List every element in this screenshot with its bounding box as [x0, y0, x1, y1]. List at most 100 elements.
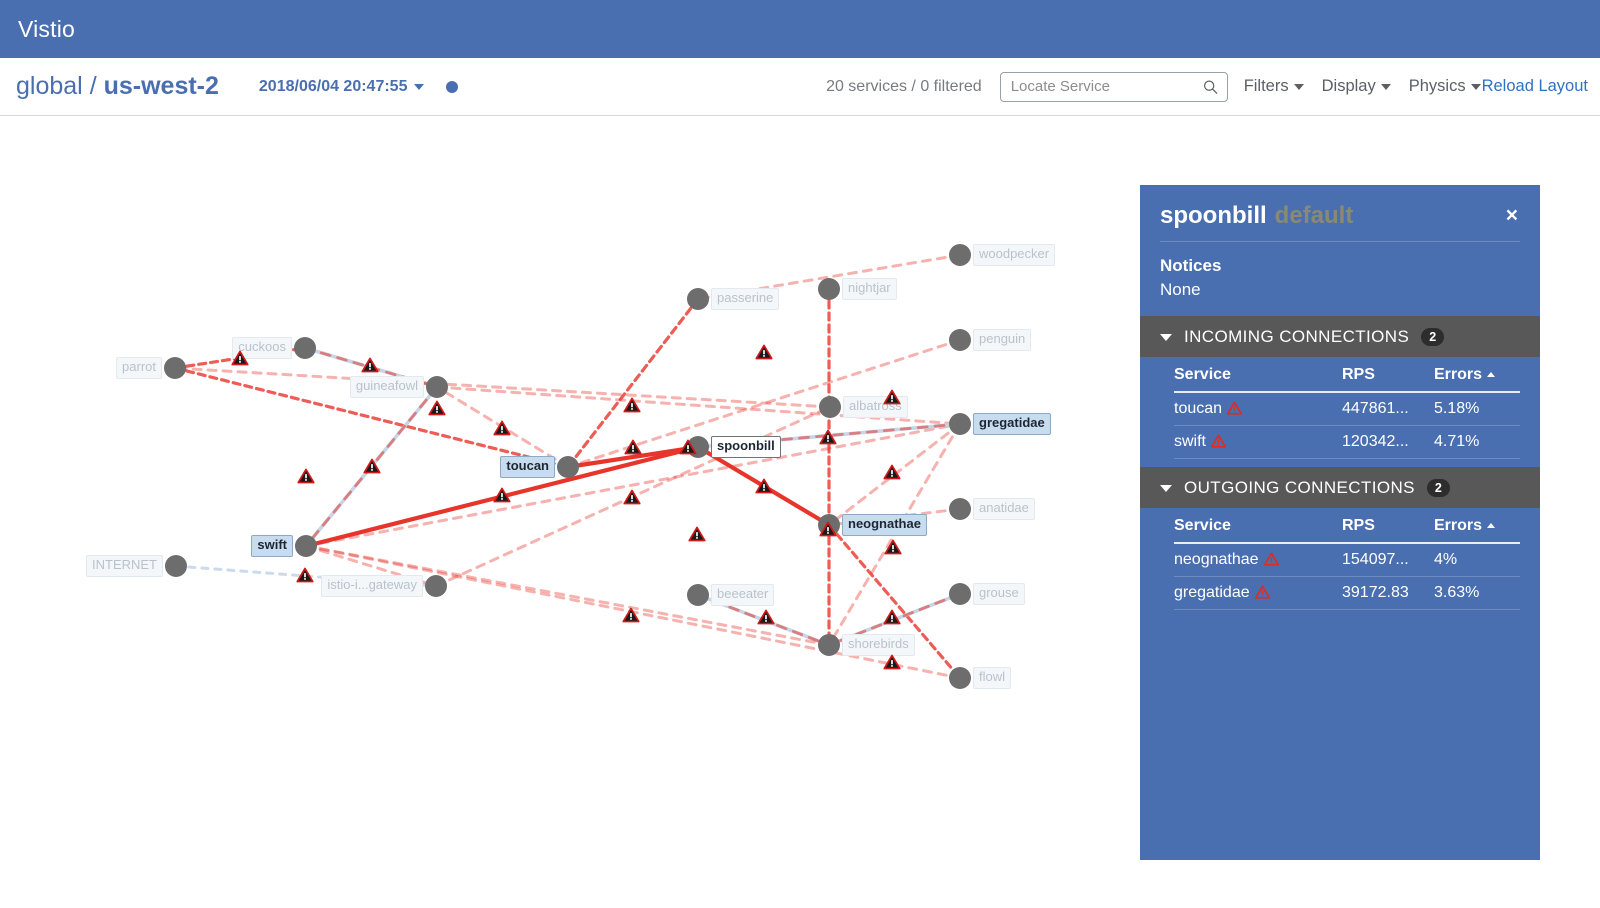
breadcrumb[interactable]: global / us-west-2	[16, 72, 219, 101]
graph-node-label-parrot[interactable]: parrot	[116, 357, 162, 379]
notices-block: Notices None	[1140, 242, 1540, 316]
graph-node-nightjar[interactable]	[818, 278, 840, 300]
graph-node-label-woodpecker[interactable]: woodpecker	[973, 244, 1056, 266]
graph-node-label-flowl[interactable]: flowl	[973, 667, 1012, 689]
breadcrumb-current[interactable]: us-west-2	[104, 72, 219, 100]
graph-node-label-guineafowl[interactable]: guineafowl	[349, 376, 424, 398]
graph-node-toucan[interactable]	[557, 456, 579, 478]
warning-triangle-icon	[819, 521, 837, 537]
column-header-errors[interactable]: Errors	[1434, 357, 1520, 394]
graph-node-label-anatidae[interactable]: anatidae	[973, 498, 1035, 520]
warning-triangle-icon	[1227, 401, 1243, 416]
warning-triangle-icon	[231, 350, 249, 366]
graph-node-label-penguin[interactable]: penguin	[973, 329, 1032, 351]
search-box[interactable]	[999, 71, 1228, 102]
section-table-wrap-outgoing: Service RPS Errors neognathae 154097... 4% gre…	[1140, 508, 1540, 618]
notices-label: Notices	[1160, 256, 1222, 276]
column-header-errors[interactable]: Errors	[1434, 508, 1520, 545]
warning-triangle-icon	[493, 487, 511, 503]
graph-node-label-neognathae[interactable]: neognathae	[842, 514, 927, 536]
graph-node-internet[interactable]	[165, 555, 187, 577]
table-row[interactable]: swift 120342... 4.71%	[1174, 425, 1520, 460]
cell-service[interactable]: toucan	[1174, 392, 1342, 427]
graph-node-grouse[interactable]	[949, 583, 971, 605]
column-header-service[interactable]: Service	[1174, 357, 1342, 394]
table-row[interactable]: gregatidae 39172.83 3.63%	[1174, 576, 1520, 611]
table-row[interactable]: toucan 447861... 5.18%	[1174, 392, 1520, 427]
menu-display[interactable]: Display	[1322, 77, 1391, 96]
column-header-rps[interactable]: RPS	[1342, 357, 1434, 394]
graph-node-guineafowl[interactable]	[426, 376, 448, 398]
graph-node-penguin[interactable]	[949, 329, 971, 351]
warning-triangle-icon	[679, 439, 697, 455]
warning-triangle-icon	[493, 420, 511, 436]
timestamp-value: 2018/06/04 20:47:55	[258, 77, 408, 95]
warning-triangle-icon	[296, 567, 314, 583]
section-header-outgoing[interactable]: OUTGOING CONNECTIONS 2	[1140, 467, 1540, 509]
graph-node-beeeater[interactable]	[687, 584, 709, 606]
graph-node-albatross[interactable]	[819, 396, 841, 418]
graph-node-label-swift[interactable]: swift	[251, 535, 293, 557]
graph-node-swift[interactable]	[295, 535, 317, 557]
graph-node-shorebirds[interactable]	[818, 634, 840, 656]
close-icon[interactable]: ×	[1504, 203, 1520, 228]
section-count-outgoing: 2	[1426, 478, 1450, 497]
graph-node-label-internet[interactable]: INTERNET	[86, 555, 163, 577]
graph-node-anatidae[interactable]	[949, 498, 971, 520]
warning-triangle-icon	[755, 478, 773, 494]
cell-service[interactable]: gregatidae	[1174, 576, 1342, 611]
graph-node-label-toucan[interactable]: toucan	[500, 456, 555, 478]
title-bar: Vistio	[0, 0, 1600, 58]
cell-rps: 154097...	[1342, 543, 1434, 578]
chevron-down-icon	[1470, 83, 1481, 90]
service-detail-panel: spoonbill default × Notices None INCOMING…	[1140, 185, 1540, 860]
graph-node-gregatidae[interactable]	[949, 413, 971, 435]
graph-node-istio-gateway[interactable]	[425, 575, 447, 597]
warning-triangle-icon	[755, 344, 773, 360]
graph-node-label-shorebirds[interactable]: shorebirds	[842, 634, 915, 656]
section-table-wrap-incoming: Service RPS Errors toucan 447861... 5.18% swif…	[1140, 357, 1540, 467]
graph-node-label-spoonbill[interactable]: spoonbill	[711, 436, 781, 458]
cell-service[interactable]: swift	[1174, 425, 1342, 460]
section-header-incoming[interactable]: INCOMING CONNECTIONS 2	[1140, 316, 1540, 358]
graph-node-flowl[interactable]	[949, 667, 971, 689]
graph-node-cuckoos[interactable]	[294, 337, 316, 359]
breadcrumb-region[interactable]: global	[16, 72, 83, 100]
warning-triangle-icon	[883, 654, 901, 670]
graph-node-parrot[interactable]	[164, 357, 186, 379]
connections-table-outgoing: Service RPS Errors neognathae 154097... 4% gre…	[1174, 508, 1520, 611]
section-title-incoming: INCOMING CONNECTIONS	[1184, 326, 1410, 346]
graph-node-label-passerine[interactable]: passerine	[711, 288, 780, 310]
search-input[interactable]	[1000, 72, 1227, 101]
graph-node-label-beeeater[interactable]: beeeater	[711, 584, 775, 606]
menu-physics-label: Physics	[1408, 77, 1466, 95]
graph-node-label-nightjar[interactable]: nightjar	[842, 278, 897, 300]
cell-errors: 5.18%	[1434, 392, 1520, 427]
service-graph-canvas[interactable]: parrot cuckoos guineafowl INTERNET swift isti…	[0, 117, 1140, 908]
timestamp-dropdown[interactable]: 2018/06/04 20:47:55	[259, 78, 425, 96]
warning-triangle-icon	[361, 357, 379, 373]
table-row[interactable]: neognathae 154097... 4%	[1174, 543, 1520, 578]
panel-service-name: spoonbill	[1160, 202, 1267, 229]
graph-node-passerine[interactable]	[687, 288, 709, 310]
warning-triangle-icon	[1263, 552, 1279, 567]
cell-service[interactable]: neognathae	[1174, 543, 1342, 578]
warning-triangle-icon	[363, 458, 381, 474]
graph-node-label-gregatidae[interactable]: gregatidae	[973, 413, 1051, 435]
column-header-service[interactable]: Service	[1174, 508, 1342, 545]
graph-node-woodpecker[interactable]	[949, 244, 971, 266]
menu-filters[interactable]: Filters	[1244, 77, 1304, 96]
section-title-outgoing: OUTGOING CONNECTIONS	[1184, 477, 1415, 497]
panel-title-group: spoonbill default	[1160, 202, 1353, 229]
section-count-incoming: 2	[1421, 327, 1445, 346]
notices-value: None	[1160, 280, 1201, 300]
graph-node-label-grouse[interactable]: grouse	[973, 583, 1025, 605]
graph-node-label-istio-gateway[interactable]: istio-i...gateway	[321, 575, 423, 597]
connections-table-incoming: Service RPS Errors toucan 447861... 5.18% swif…	[1174, 357, 1520, 460]
menu-physics[interactable]: Physics	[1409, 77, 1481, 96]
reload-layout-link[interactable]: Reload Layout	[1482, 77, 1588, 96]
warning-triangle-icon	[624, 439, 642, 455]
column-header-rps[interactable]: RPS	[1342, 508, 1434, 545]
warning-triangle-icon	[883, 464, 901, 480]
cell-errors: 4%	[1434, 543, 1520, 578]
